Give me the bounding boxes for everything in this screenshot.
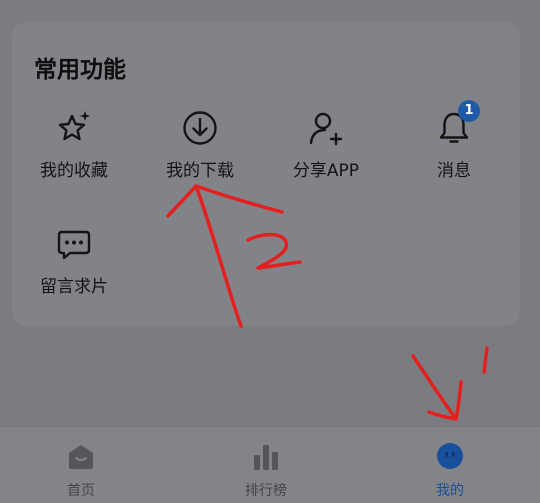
tab-home[interactable]: 首页	[21, 427, 141, 500]
profile-icon	[437, 443, 463, 469]
common-functions-card: 常用功能 我的收藏 我的下载 分享APP 1 消息 留言求片	[12, 22, 520, 326]
star-sparkle-icon	[58, 111, 90, 141]
tab-mine[interactable]: 我的	[390, 427, 510, 500]
feature-label: 我的收藏	[40, 161, 108, 181]
unread-badge: 1	[458, 100, 480, 122]
download-icon	[183, 111, 217, 145]
feature-request-movie[interactable]: 留言求片	[14, 224, 134, 297]
annotation-stroke	[482, 346, 489, 374]
feature-favorites[interactable]: 我的收藏	[14, 108, 134, 181]
feature-label: 留言求片	[40, 277, 108, 297]
feature-label: 我的下载	[166, 161, 234, 181]
add-user-icon	[309, 112, 343, 146]
chat-bubble-icon	[57, 230, 91, 260]
tab-label: 首页	[67, 483, 95, 499]
bar-chart-icon	[254, 445, 278, 470]
feature-messages[interactable]: 1 消息	[394, 100, 514, 181]
bottom-tab-bar: 首页 排行榜 我的	[0, 426, 540, 503]
feature-label: 消息	[437, 161, 471, 181]
feature-share-app[interactable]: 分享APP	[266, 108, 386, 181]
tab-label: 排行榜	[245, 483, 287, 499]
annotation-arrow-to-mine-tab	[411, 354, 458, 421]
section-title: 常用功能	[34, 57, 126, 83]
feature-downloads[interactable]: 我的下载	[140, 108, 260, 181]
tab-label: 我的	[436, 483, 464, 499]
home-icon	[69, 445, 93, 469]
feature-label: 分享APP	[292, 161, 360, 181]
tab-ranking[interactable]: 排行榜	[206, 427, 326, 500]
annotation-arrowhead-mine	[427, 380, 463, 421]
